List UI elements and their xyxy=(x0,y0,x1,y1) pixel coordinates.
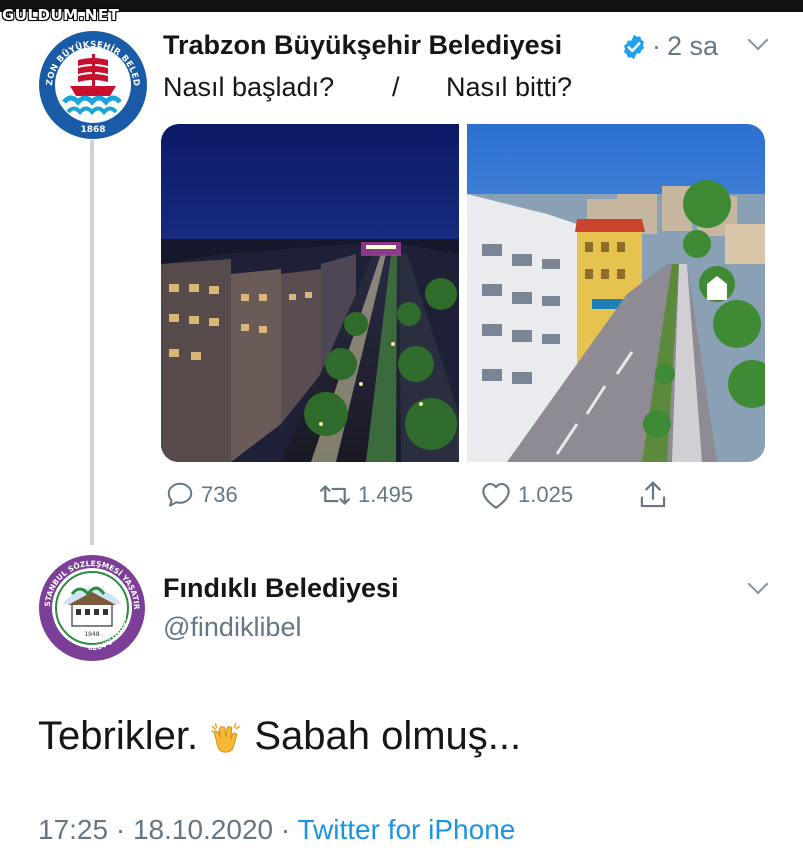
reply-button[interactable]: 736 xyxy=(165,480,238,510)
retweet-count: 1.495 xyxy=(358,482,414,507)
media-divider xyxy=(459,124,467,462)
share-button[interactable] xyxy=(638,480,668,510)
author-handle[interactable]: @findiklibel xyxy=(163,612,301,643)
reply-text-before: Tebrikler. xyxy=(38,714,199,758)
tweet-time[interactable]: 2 sa xyxy=(667,31,718,62)
tweet-text-left: Nasıl başladı? xyxy=(163,72,335,102)
trabzon-seal-icon: TRABZON BÜYÜKŞEHİR BELEDİYESİ 1868 xyxy=(38,30,147,139)
separator-dot: · xyxy=(652,31,661,61)
top-bar xyxy=(0,0,803,12)
avatar-findikli[interactable]: İSTANBUL SÖZLEŞMESİ YAŞATIR 6284'Ü UYGUL… xyxy=(38,554,146,662)
author-name-trabzon[interactable]: Trabzon Büyükşehir Belediyesi xyxy=(163,30,562,61)
tweet-source-link[interactable]: Twitter for iPhone xyxy=(297,814,515,845)
findikli-seal-icon: İSTANBUL SÖZLEŞMESİ YAŞATIR 6284'Ü UYGUL… xyxy=(38,554,145,661)
tweet-text-slash: / xyxy=(392,72,400,102)
photo-night-street[interactable] xyxy=(161,124,459,462)
chevron-down-icon[interactable] xyxy=(747,582,769,596)
trabzon-seal-year: 1868 xyxy=(80,125,105,135)
thread-connector-line xyxy=(90,140,94,545)
reply-tweet-text: Tebrikler. Sabah olmuş... xyxy=(38,712,521,760)
share-icon xyxy=(640,481,666,508)
verified-badge-icon xyxy=(623,34,645,60)
tweet-text-right: Nasıl bitti? xyxy=(446,72,573,102)
like-count: 1.025 xyxy=(518,482,574,507)
author-name-findikli[interactable]: Fındıklı Belediyesi xyxy=(163,573,399,604)
chevron-down-icon[interactable] xyxy=(747,38,769,52)
clapping-hands-emoji xyxy=(211,723,241,754)
reply-text-after: Sabah olmuş... xyxy=(254,714,522,758)
reply-count: 736 xyxy=(201,482,238,507)
avatar-trabzon[interactable]: TRABZON BÜYÜKŞEHİR BELEDİYESİ 1868 xyxy=(38,30,148,140)
tweet-timestamp-line: 17:25 · 18.10.2020 · Twitter for iPhone xyxy=(38,814,515,846)
photo-day-street[interactable] xyxy=(467,124,765,462)
reply-icon xyxy=(167,482,193,507)
retweet-button[interactable]: 1.495 xyxy=(318,480,413,510)
watermark: GULDUM.NET xyxy=(2,6,120,24)
findikli-seal-year: 1948 xyxy=(84,631,99,638)
like-button[interactable]: 1.025 xyxy=(480,480,573,510)
tweet-media[interactable] xyxy=(161,124,765,462)
retweet-icon xyxy=(319,485,351,505)
tweet-timestamp[interactable]: 17:25 · 18.10.2020 · xyxy=(38,814,297,845)
like-icon xyxy=(482,483,510,509)
